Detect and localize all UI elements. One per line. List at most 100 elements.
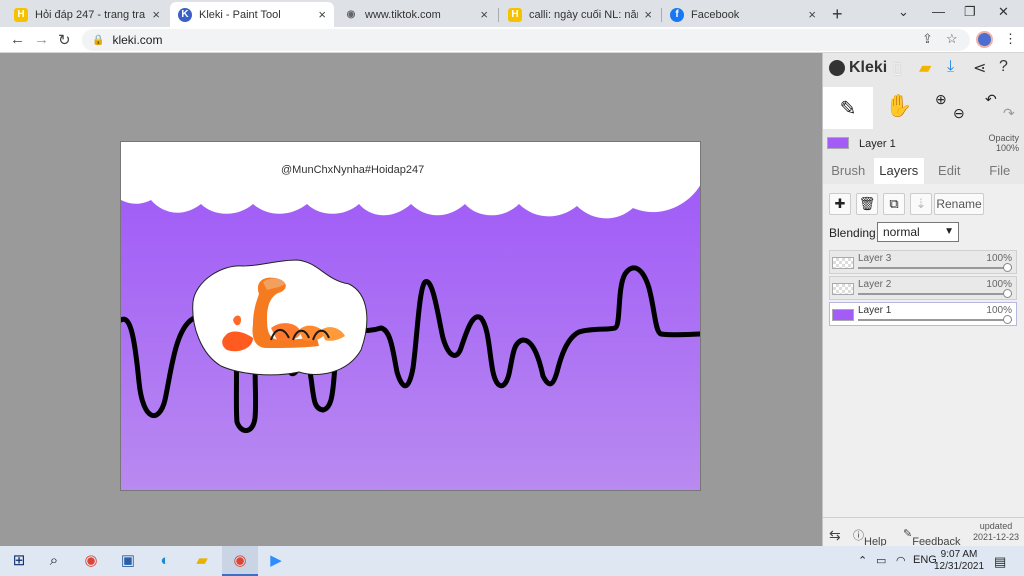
close-icon[interactable]: × (152, 7, 160, 22)
address-bar[interactable]: 🔒 kleki.com (82, 29, 970, 51)
zoom-in-icon[interactable]: ⊕ (935, 91, 947, 108)
layer-name: Layer 1 (858, 305, 892, 316)
merge-down-button[interactable]: ⇣ (910, 193, 932, 215)
forward-icon[interactable]: → (34, 31, 49, 48)
clock-date: 12/31/2021 (934, 561, 985, 572)
rename-button[interactable]: Rename (934, 193, 984, 215)
drawing-canvas[interactable]: @MunChxNynha#Hoidap247 (120, 141, 701, 491)
open-folder-icon[interactable]: ▰ (919, 58, 931, 78)
tab-title: calli: ngày cuối NL: năm qua (529, 8, 638, 21)
windows-taskbar: ⊞ ⌕ ◉ ▣ ◐ ▰ ◉ ▶ ⌃ ▭ ◠ ◁ ENG 9:07 AM 12/3… (0, 546, 1024, 576)
chrome-active-icon[interactable]: ◉ (231, 552, 249, 570)
close-icon[interactable]: × (808, 7, 816, 22)
share-icon[interactable]: ⇪ (922, 31, 933, 47)
layer-thumbnail (832, 257, 854, 269)
layer-opacity-slider[interactable] (858, 315, 1012, 324)
tray-chevron-icon[interactable]: ⌃ (858, 554, 867, 567)
url-text: kleki.com (112, 33, 163, 47)
slider-knob[interactable] (1003, 289, 1012, 298)
zoom-app-icon[interactable]: ▶ (267, 552, 285, 570)
delete-layer-button[interactable]: 🗑 (856, 193, 878, 215)
new-tab-button[interactable]: + (832, 4, 843, 25)
clock-time: 9:07 AM (940, 549, 978, 560)
chrome-icon[interactable]: ◉ (82, 552, 100, 570)
close-icon[interactable]: × (480, 7, 488, 22)
layer-opacity-slider[interactable] (858, 263, 1012, 272)
tab-hoidap247[interactable]: H Hỏi đáp 247 - trang tra loi × (6, 2, 168, 27)
file-explorer-icon[interactable]: ▰ (193, 552, 211, 570)
brush-tool-button[interactable]: ✎ (823, 87, 873, 129)
zoom-out-icon[interactable]: ⊖ (953, 105, 965, 122)
hand-tool-icon[interactable]: ✋ (885, 93, 912, 119)
wifi-icon[interactable]: ◠ (896, 554, 906, 567)
kleki-favicon-icon: K (178, 7, 192, 22)
reload-icon[interactable]: ↻ (58, 31, 71, 49)
layer-opacity-slider[interactable] (858, 289, 1012, 298)
kleki-logo-text: Kleki (849, 59, 888, 76)
tab-file[interactable]: File (975, 158, 1024, 184)
back-icon[interactable]: ← (10, 31, 25, 48)
help-icon[interactable]: ? (999, 58, 1008, 76)
layer-row-2[interactable]: Layer 2 100% (829, 276, 1017, 300)
current-layer-header: Layer 1 Opacity 100% (823, 129, 1024, 157)
download-icon[interactable]: ⤓ (947, 58, 954, 76)
brush-icon: ✎ (839, 97, 857, 120)
tab-edit[interactable]: Edit (924, 158, 975, 184)
watermark-text: @MunChxNynha#Hoidap247 (281, 164, 425, 176)
undo-icon[interactable]: ↶ (985, 91, 997, 108)
redo-icon[interactable]: ↷ (1003, 105, 1015, 122)
blending-value: normal (883, 225, 920, 239)
tab-calli[interactable]: H calli: ngày cuối NL: năm qua × (500, 2, 660, 27)
duplicate-layer-button[interactable]: ⧉ (883, 193, 905, 215)
battery-icon[interactable]: ▭ (876, 554, 886, 567)
search-icon[interactable]: ⌕ (45, 552, 63, 570)
updated-date: 2021-12-23 (973, 532, 1020, 542)
chevron-down-icon: ▼ (944, 226, 954, 237)
add-layer-button[interactable]: ✚ (829, 193, 851, 215)
tab-title: www.tiktok.com (365, 8, 441, 21)
slider-knob[interactable] (1003, 263, 1012, 272)
opacity-value: 100% (995, 143, 1019, 153)
store-icon[interactable]: ▣ (119, 552, 137, 570)
facebook-icon: f (670, 7, 684, 22)
share-icon[interactable]: ⋖ (973, 58, 986, 78)
bookmark-star-icon[interactable]: ☆ (946, 31, 958, 47)
panel-tabs: Brush Layers Edit File (823, 158, 1024, 184)
profile-avatar[interactable] (976, 31, 993, 48)
minimize-icon[interactable]: — (932, 4, 945, 19)
swap-side-icon[interactable]: ⇆ (829, 527, 841, 544)
tab-brush[interactable]: Brush (823, 158, 874, 184)
layer-row-3[interactable]: Layer 3 100% (829, 250, 1017, 274)
workspace: @MunChxNynha#Hoidap247 (0, 53, 822, 546)
tab-tiktok[interactable]: ◉ www.tiktok.com × (336, 2, 496, 27)
notification-icon[interactable]: ▤ (994, 554, 1006, 570)
layers-panel: ✚ 🗑 ⧉ ⇣ Rename Blending normal ▼ Layer 3… (823, 184, 1024, 546)
restore-icon[interactable]: ❐ (964, 4, 976, 20)
menu-dots-icon[interactable]: ⋮ (1004, 31, 1017, 47)
close-icon[interactable]: × (644, 7, 652, 22)
kleki-logo-icon (829, 60, 845, 76)
new-file-icon[interactable]: ▯ (893, 58, 902, 78)
layer-thumbnail (832, 283, 854, 295)
windows-start-icon[interactable]: ⊞ (10, 552, 28, 570)
layer-name: Layer 3 (858, 253, 892, 264)
blending-select[interactable]: normal ▼ (877, 222, 959, 242)
help-link[interactable]: ⓘ Help (853, 527, 887, 548)
kleki-panel: Kleki ▯ ▰ ⤓ ⋖ ? ✎ ✋ ⊕ ⊖ ↶ ↷ Layer 1 Opac… (822, 53, 1024, 548)
system-clock[interactable]: 9:07 AM 12/31/2021 (934, 549, 984, 573)
tab-layers[interactable]: Layers (873, 158, 924, 184)
tab-title: Hỏi đáp 247 - trang tra loi (35, 8, 146, 21)
edge-icon[interactable]: ◐ (156, 552, 174, 570)
hoidap-favicon-icon: H (508, 7, 522, 22)
tab-facebook[interactable]: f Facebook × (662, 2, 824, 27)
slider-knob[interactable] (1003, 315, 1012, 324)
close-window-icon[interactable]: ✕ (998, 4, 1009, 20)
tab-title: Kleki - Paint Tool (199, 8, 281, 21)
close-icon[interactable]: × (318, 7, 326, 22)
feedback-link[interactable]: ✎ Feedback (903, 527, 961, 548)
tab-search-icon[interactable]: ⌄ (898, 4, 909, 20)
browser-toolbar: ← → ↻ 🔒 kleki.com ⇪ ☆ ⋮ (0, 27, 1024, 53)
tab-strip: H Hỏi đáp 247 - trang tra loi × K Kleki … (0, 0, 1024, 27)
tab-kleki[interactable]: K Kleki - Paint Tool × (170, 2, 334, 27)
layer-row-1[interactable]: Layer 1 100% (829, 302, 1017, 326)
